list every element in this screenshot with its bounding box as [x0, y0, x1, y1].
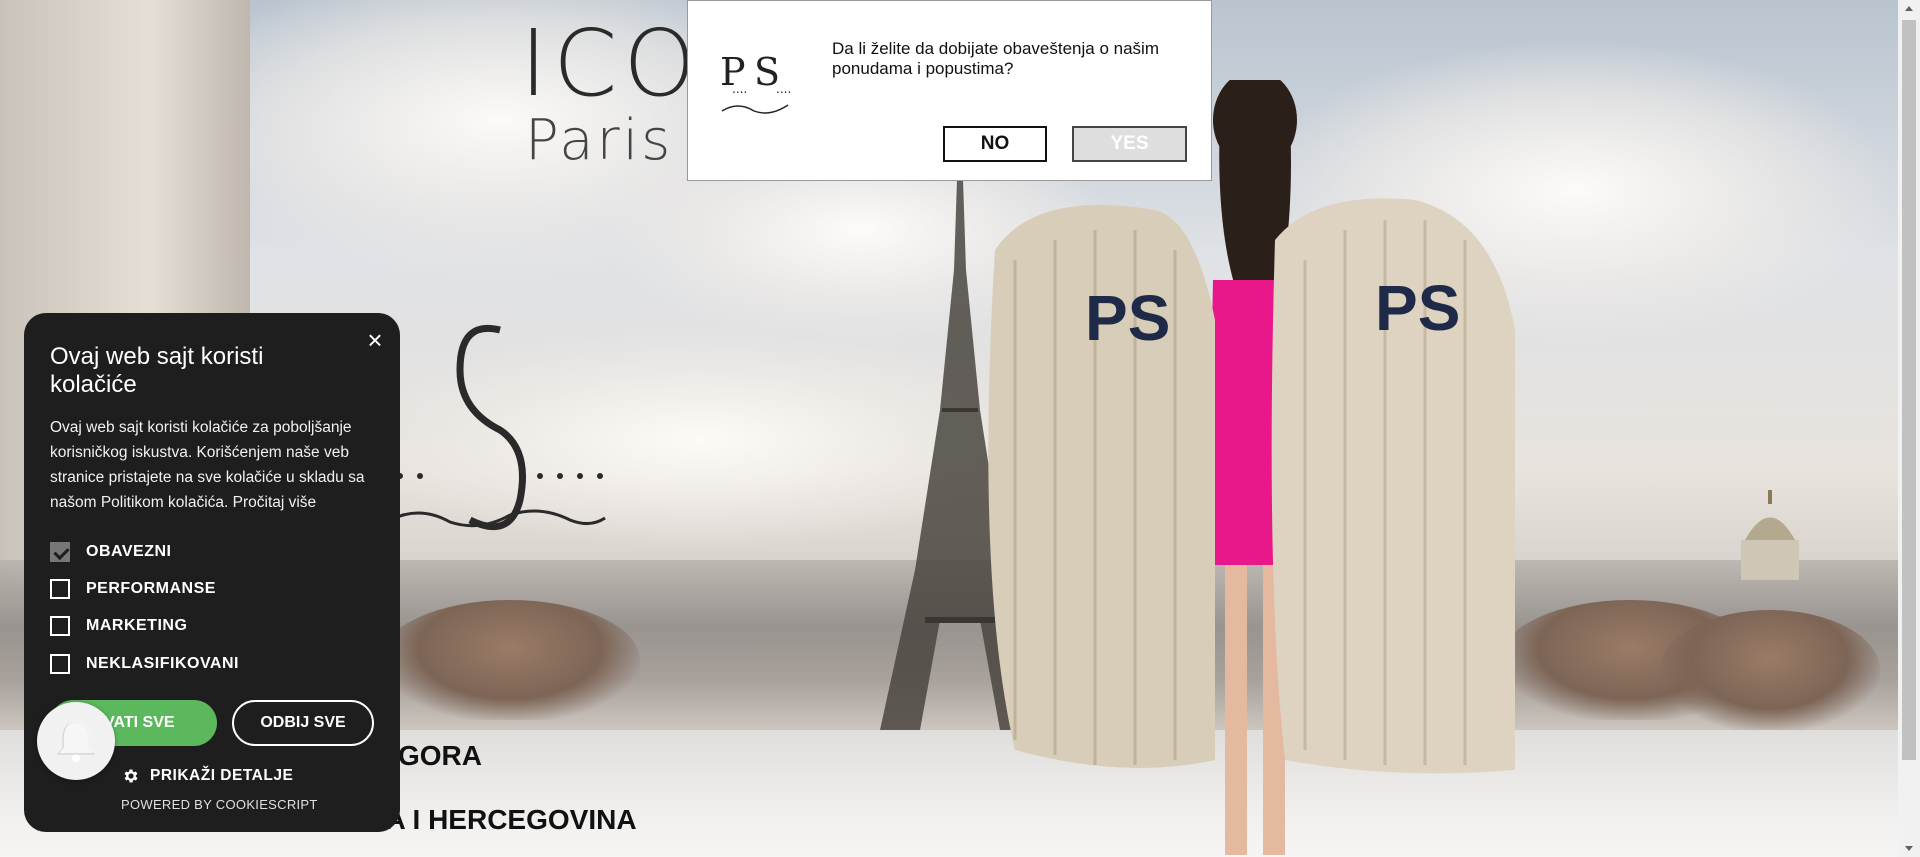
- scrollbar-thumb[interactable]: [1902, 20, 1916, 760]
- cookie-option-marketing: MARKETING: [50, 616, 187, 636]
- brand-title: ICO: [520, 10, 702, 117]
- checkbox-performanse[interactable]: [50, 579, 70, 599]
- svg-text:PS: PS: [1085, 282, 1170, 354]
- show-details-button[interactable]: PRIKAŽI DETALJE: [122, 767, 293, 785]
- model-with-jackets: PS PS: [988, 80, 1515, 855]
- trees: [380, 600, 640, 720]
- checkbox-marketing[interactable]: [50, 616, 70, 636]
- push-prompt-message: Da li želite da dobijate obaveštenja o n…: [832, 39, 1159, 78]
- cookie-option-neklasifikovani: NEKLASIFIKOVANI: [50, 654, 239, 674]
- ps-fashion-logo-large: [377, 325, 606, 531]
- cookie-description: Ovaj web sajt koristi kolačiće za pobolj…: [50, 419, 365, 511]
- reject-all-button[interactable]: ODBIJ SVE: [232, 700, 374, 746]
- option-label: PERFORMANSE: [86, 580, 216, 597]
- trees: [1660, 610, 1880, 730]
- option-label: MARKETING: [86, 617, 188, 634]
- svg-text:....: ....: [776, 82, 791, 96]
- scroll-down-arrow-icon[interactable]: [1898, 839, 1920, 857]
- ps-fashion-logo: P S .... ....: [720, 50, 791, 114]
- country-link-montenegro[interactable]: GORA: [398, 740, 482, 772]
- gear-icon: [124, 769, 138, 783]
- cookie-title: Ovaj web sajt koristi kolačiće: [50, 343, 264, 398]
- push-notification-prompt: P S .... .... Da li želite da dobijate o…: [687, 0, 1212, 181]
- close-icon[interactable]: ×: [360, 325, 390, 355]
- option-label: NEKLASIFIKOVANI: [86, 655, 239, 672]
- cookie-option-performanse: PERFORMANSE: [50, 579, 216, 599]
- notification-bell-button[interactable]: [37, 702, 115, 780]
- scroll-up-arrow-icon[interactable]: [1898, 0, 1920, 18]
- page-scrollbar[interactable]: [1898, 0, 1920, 857]
- show-details-label: PRIKAŽI DETALJE: [150, 767, 294, 784]
- checkbox-obavezni[interactable]: [50, 542, 70, 562]
- option-label: OBAVEZNI: [86, 543, 172, 560]
- les-invalides-dome: [1741, 490, 1799, 580]
- svg-text:....: ....: [732, 82, 747, 96]
- bell-icon: [56, 721, 96, 762]
- push-yes-button[interactable]: YES: [1072, 126, 1187, 162]
- svg-text:PS: PS: [1375, 272, 1460, 344]
- push-no-button[interactable]: NO: [943, 126, 1047, 162]
- cookie-option-obavezni: OBAVEZNI: [50, 542, 171, 562]
- checkbox-neklasifikovani[interactable]: [50, 654, 70, 674]
- powered-by-link[interactable]: POWERED BY COOKIESCRIPT: [121, 797, 318, 812]
